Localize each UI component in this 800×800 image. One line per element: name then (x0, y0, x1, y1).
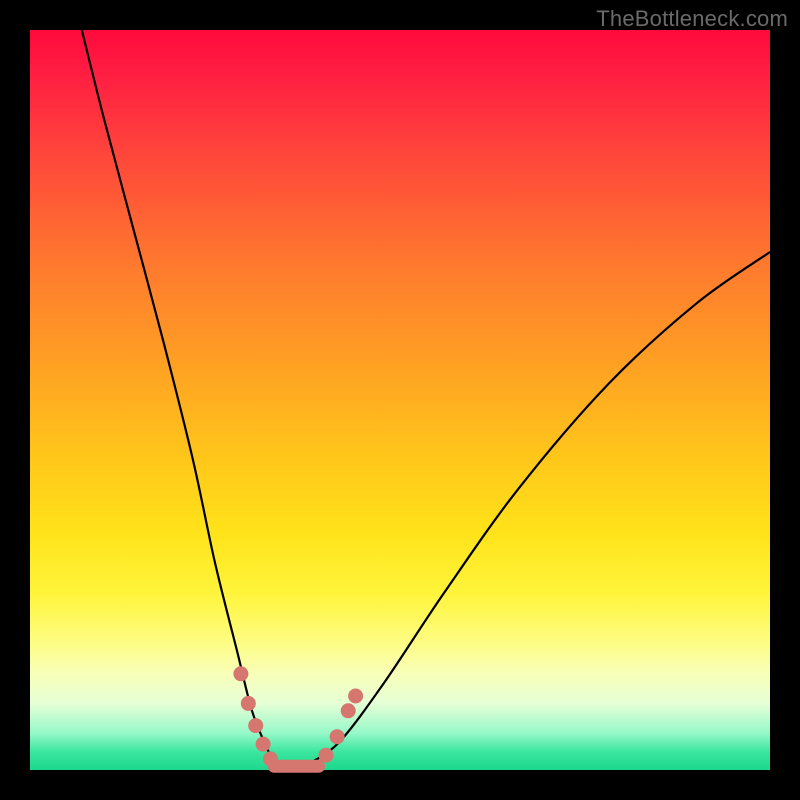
curve-canvas (30, 30, 770, 770)
highlight-dot (341, 703, 356, 718)
chart-frame: TheBottleneck.com (0, 0, 800, 800)
bottleneck-curve (82, 30, 770, 771)
highlight-dot (256, 737, 271, 752)
highlight-dot (241, 696, 256, 711)
highlight-dot (348, 689, 363, 704)
highlight-dot (233, 666, 248, 681)
highlight-dot (263, 751, 278, 766)
watermark-text: TheBottleneck.com (596, 6, 788, 32)
highlight-dot (330, 729, 345, 744)
plot-area (30, 30, 770, 770)
highlight-dot (248, 718, 263, 733)
highlight-dot (319, 748, 334, 763)
